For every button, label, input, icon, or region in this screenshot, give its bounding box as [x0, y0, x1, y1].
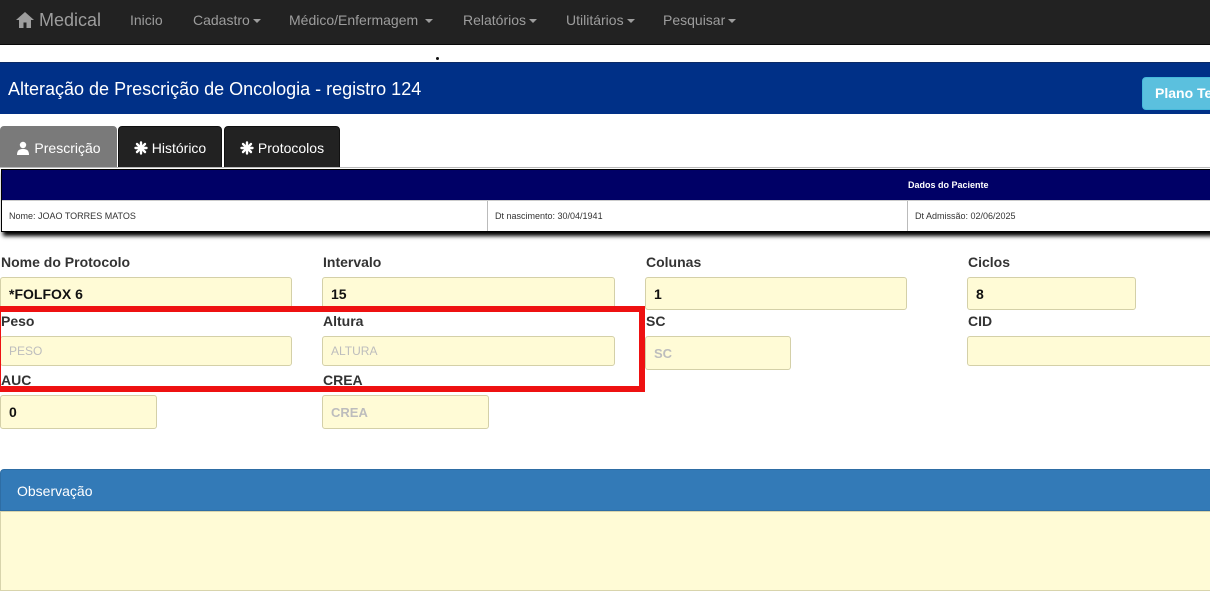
caret-down-icon	[252, 19, 261, 24]
caret-down-icon	[425, 19, 434, 24]
top-navbar: Medical Inicio Cadastro Médico/Enfermage…	[0, 0, 1210, 45]
patient-data-table: Dados do Paciente Nome: JOAO TORRES MATO…	[1, 169, 1210, 232]
page-title-bar: Alteração de Prescrição de Oncologia - r…	[0, 62, 1210, 114]
table-row: Nome: JOAO TORRES MATOS Dt nascimento: 3…	[2, 200, 1210, 231]
protocolo-label: Nome do Protocolo	[1, 254, 131, 270]
nav-utilitarios[interactable]: Utilitários	[566, 0, 635, 40]
cid-field[interactable]	[967, 336, 1210, 366]
crea-label: CREA	[323, 372, 363, 388]
ciclos-label: Ciclos	[968, 254, 1011, 270]
page-title: Alteração de Prescrição de Oncologia - r…	[8, 79, 422, 99]
patient-name: Nome: JOAO TORRES MATOS	[9, 211, 136, 221]
peso-field[interactable]: PESO	[0, 336, 292, 366]
tab-historico[interactable]: Histórico	[118, 126, 222, 168]
stray-dot	[436, 57, 439, 60]
patient-birthdate: Dt nascimento: 30/04/1941	[487, 201, 907, 231]
observacao-textarea[interactable]	[0, 511, 1210, 591]
observacao-panel-header: Observação	[0, 469, 1210, 511]
caret-down-icon	[728, 19, 737, 24]
altura-label: Altura	[323, 313, 364, 329]
colunas-field[interactable]: 1	[645, 277, 907, 310]
patient-section-title: Dados do Paciente	[908, 180, 989, 190]
colunas-label: Colunas	[646, 254, 702, 270]
tab-prescricao[interactable]: Prescrição	[0, 126, 117, 168]
peso-label: Peso	[1, 313, 35, 329]
nav-relatorios[interactable]: Relatórios	[463, 0, 538, 40]
caret-down-icon	[529, 19, 538, 24]
crea-field[interactable]: CREA	[322, 395, 489, 429]
asterisk-icon	[240, 141, 254, 155]
brand-label: Medical	[39, 9, 102, 30]
asterisk-icon	[134, 141, 148, 155]
nav-cadastro[interactable]: Cadastro	[193, 0, 261, 40]
auc-field[interactable]: 0	[0, 395, 157, 429]
patient-table-header: Dados do Paciente	[2, 170, 1210, 200]
home-icon	[15, 10, 35, 30]
intervalo-label: Intervalo	[323, 254, 382, 270]
cid-label: CID	[968, 313, 993, 329]
sc-field[interactable]: SC	[645, 336, 791, 370]
nav-pesquisar[interactable]: Pesquisar	[663, 0, 737, 40]
nav-inicio[interactable]: Inicio	[130, 0, 163, 40]
tab-protocolos[interactable]: Protocolos	[224, 126, 340, 168]
altura-field[interactable]: ALTURA	[322, 336, 615, 366]
patient-admission-date: Dt Admissão: 02/06/2025	[907, 201, 1210, 231]
user-icon	[16, 141, 30, 155]
auc-label: AUC	[1, 372, 32, 388]
tab-divider	[0, 167, 1210, 168]
plano-terapeutico-button[interactable]: Plano Te	[1142, 77, 1210, 110]
protocolo-field[interactable]: *FOLFOX 6	[0, 277, 292, 310]
caret-down-icon	[626, 19, 635, 24]
ciclos-field[interactable]: 8	[967, 277, 1136, 310]
brand-link[interactable]: Medical	[15, 0, 101, 40]
nav-medico-enfermagem[interactable]: Médico/Enfermagem	[289, 0, 434, 40]
sc-label: SC	[646, 313, 666, 329]
intervalo-field[interactable]: 15	[322, 277, 615, 310]
